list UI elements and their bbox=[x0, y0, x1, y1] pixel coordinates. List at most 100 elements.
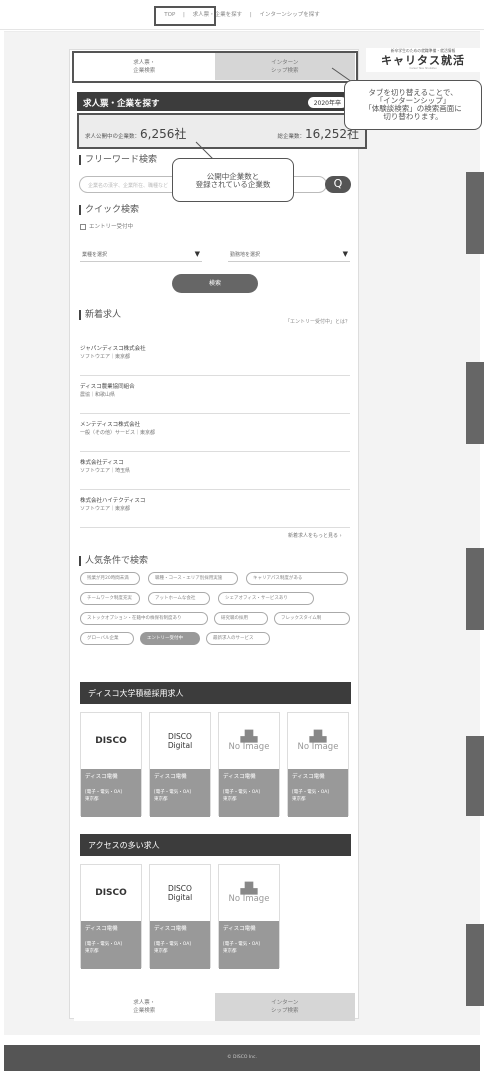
card-logo: ▟▙ No Image bbox=[219, 865, 279, 921]
job-company-name: ジャパンディスコ株式会社 bbox=[80, 346, 146, 352]
callout-tab-tooltip: タブを切り替えることで、 「インターンシップ」 「体験談検索」の検索画面に 切り… bbox=[344, 80, 482, 130]
entry-info-link[interactable]: 「エントリー受付中」とは？ bbox=[285, 318, 350, 325]
job-company-name: 株式会社ディスコ bbox=[80, 460, 124, 466]
card-footer: ディスコ電機 [電子・電気・OA] 東京都 bbox=[288, 769, 348, 817]
job-company-meta: ソフトウエア｜東京都 bbox=[80, 354, 131, 360]
page-title: 求人票・企業を探す bbox=[83, 99, 160, 109]
industry-select[interactable]: 業種を選択 ▼ bbox=[80, 247, 202, 262]
job-list-item[interactable]: ディスコ農業協同組合 農協｜和歌山県 bbox=[80, 383, 350, 414]
card-logo: DISCO bbox=[81, 713, 141, 769]
popular-tag[interactable]: シェアオフィス・サービスあり bbox=[218, 592, 314, 605]
popular-tag[interactable]: 職種・コース・エリア別採用実施 bbox=[148, 572, 238, 585]
bottom-tab-intern-line1: インターン bbox=[271, 1000, 299, 1006]
side-banner[interactable] bbox=[466, 172, 484, 254]
free-word-heading: フリーワード検索 bbox=[79, 155, 157, 165]
job-card[interactable]: DISCO ディスコ電機 [電子・電気・OA] 東京都 bbox=[80, 864, 142, 969]
building-icon: ▟▙ bbox=[240, 881, 258, 895]
callout-counts-line2: 登録されている企業数 bbox=[195, 180, 271, 189]
popular-tag[interactable]: アットホームな会社 bbox=[148, 592, 210, 605]
popular-tag[interactable]: キャリアパス制度がある bbox=[246, 572, 348, 585]
popular-tag[interactable]: チームワーク制度充実 bbox=[80, 592, 140, 605]
job-card[interactable]: ▟▙ No Image ディスコ電機 [電子・電気・OA] 東京都 bbox=[218, 712, 280, 817]
quick-search-heading: クイック検索 bbox=[79, 205, 139, 215]
card-tag: [電子・電気・OA] bbox=[154, 790, 192, 795]
job-list-item[interactable]: ジャパンディスコ株式会社 ソフトウエア｜東京都 bbox=[80, 345, 350, 376]
popular-tag[interactable]: 残業が月20時間未満 bbox=[80, 572, 140, 585]
side-banner[interactable] bbox=[466, 924, 484, 1006]
card-name: ディスコ電機 bbox=[154, 926, 187, 932]
location-select-label: 勤務地を選択 bbox=[230, 252, 261, 258]
card-logo-text: No Image bbox=[228, 741, 270, 752]
card-name: ディスコ電機 bbox=[292, 774, 325, 780]
popular-tag[interactable]: 研究職の採用 bbox=[214, 612, 268, 625]
card-footer: ディスコ電機 [電子・電気・OA] 東京都 bbox=[219, 921, 279, 969]
callout-tab-line4: 切り替わります。 bbox=[383, 112, 443, 121]
bottom-tab-jobs-line1: 求人票・ bbox=[133, 1000, 156, 1006]
location-select[interactable]: 勤務地を選択 ▼ bbox=[228, 247, 350, 262]
year-badge[interactable]: 2020年卒 bbox=[307, 97, 347, 108]
card-footer: ディスコ電機 [電子・電気・OA] 東京都 bbox=[81, 921, 141, 969]
job-card[interactable]: ▟▙ No Image ディスコ電機 [電子・電気・OA] 東京都 bbox=[287, 712, 349, 817]
page-title-bar: 求人票・企業を探す 2020年卒 bbox=[77, 92, 353, 111]
ad-logo: キャリタス就活 bbox=[381, 54, 465, 67]
card-logo-text: DISCO bbox=[95, 888, 127, 898]
side-banner[interactable] bbox=[466, 736, 484, 816]
nav-separator: | bbox=[249, 12, 252, 18]
job-card[interactable]: DISCO Digital ディスコ電機 [電子・電気・OA] 東京都 bbox=[149, 864, 211, 969]
ranking-heading: ディスコ大学積極採用求人 bbox=[80, 682, 351, 704]
entry-checkbox[interactable]: エントリー受付中 bbox=[80, 222, 133, 230]
building-icon: ▟▙ bbox=[309, 729, 327, 743]
bottom-search-tabs: 求人票・ 企業検索 インターンシップ検索 bbox=[74, 993, 355, 1021]
card-footer: ディスコ電機 [電子・電気・OA] 東京都 bbox=[219, 769, 279, 817]
total-count-label: 総企業数： bbox=[277, 134, 305, 140]
job-company-meta: 一般（その他）サービス｜東京都 bbox=[80, 430, 156, 436]
card-logo-text: DISCO Digital bbox=[167, 884, 193, 902]
industry-select-label: 業種を選択 bbox=[82, 252, 108, 258]
caritas-ad[interactable]: 新卒学生のための就職準備・就活情報 キャリタス就活 Career Tasu Sh… bbox=[366, 48, 480, 72]
card-tag: [電子・電気・OA] bbox=[292, 790, 330, 795]
bottom-tab-intern[interactable]: インターンシップ検索 bbox=[214, 993, 355, 1021]
card-name: ディスコ電機 bbox=[223, 926, 256, 932]
card-name: ディスコ電機 bbox=[154, 774, 187, 780]
building-icon: ▟▙ bbox=[240, 729, 258, 743]
card-logo-text: DISCO Digital bbox=[167, 732, 193, 750]
checkbox-icon bbox=[80, 223, 86, 230]
bottom-tab-intern-line2: シップ検索 bbox=[270, 1008, 299, 1014]
card-tag: [電子・電気・OA] bbox=[85, 790, 123, 795]
card-logo: DISCO Digital bbox=[150, 865, 210, 921]
search-icon[interactable]: Q bbox=[325, 176, 351, 193]
card-logo-text: No Image bbox=[297, 741, 339, 752]
ad-tagline: Career Tasu Shukatsu bbox=[409, 67, 437, 70]
card-logo: DISCO bbox=[81, 865, 141, 921]
popular-tag[interactable]: 最新求人のサービス bbox=[206, 632, 270, 645]
job-list-item[interactable]: 株式会社ディスコ ソフトウエア｜埼玉県 bbox=[80, 459, 350, 490]
entry-checkbox-label: エントリー受付中 bbox=[89, 224, 134, 230]
card-tag: [電子・電気・OA] bbox=[223, 790, 261, 795]
bottom-tab-jobs[interactable]: 求人票・ 企業検索 bbox=[74, 993, 215, 1021]
company-counts: 求人公開中の企業数：6,256社 総企業数：16,252社 bbox=[77, 113, 367, 149]
open-count-value: 6,256社 bbox=[140, 127, 187, 141]
job-card[interactable]: DISCO ディスコ電機 [電子・電気・OA] 東京都 bbox=[80, 712, 142, 817]
popular-tag[interactable]: ストックオプション・在籍中の株保有制度あり bbox=[80, 612, 208, 625]
popular-tag[interactable]: エントリー受付中 bbox=[140, 632, 200, 645]
popular-tag[interactable]: グローバル企業 bbox=[80, 632, 134, 645]
card-logo: DISCO Digital bbox=[150, 713, 210, 769]
quick-search-button[interactable]: 検索 bbox=[172, 274, 258, 293]
card-name: ディスコ電機 bbox=[85, 926, 118, 932]
popular-tag[interactable]: フレックスタイム制 bbox=[274, 612, 350, 625]
side-banner[interactable] bbox=[466, 548, 484, 630]
nav-search-intern-link[interactable]: インターンシップを探す bbox=[260, 12, 320, 18]
card-footer: ディスコ電機 [電子・電気・OA] 東京都 bbox=[81, 769, 141, 817]
card-logo-text: No Image bbox=[228, 893, 270, 904]
job-company-name: ディスコ農業協同組合 bbox=[80, 384, 135, 390]
job-company-meta: ソフトウエア｜東京都 bbox=[80, 506, 131, 512]
top-navigation: TOP | 求人票・企業を探す | インターンシップを探す bbox=[0, 0, 484, 30]
callout-counts-tooltip: 公開中企業数と 登録されている企業数 bbox=[172, 158, 294, 202]
job-list-item[interactable]: メンテディスコ株式会社 一般（その他）サービス｜東京都 bbox=[80, 421, 350, 452]
more-new-jobs-link[interactable]: 新着求人をもっと見る › bbox=[288, 532, 342, 539]
card-name: ディスコ電機 bbox=[223, 774, 256, 780]
job-list-item[interactable]: 株式会社ハイテクディスコ ソフトウエア｜東京都 bbox=[80, 497, 350, 528]
side-banner[interactable] bbox=[466, 362, 484, 444]
job-card[interactable]: DISCO Digital ディスコ電機 [電子・電気・OA] 東京都 bbox=[149, 712, 211, 817]
job-card[interactable]: ▟▙ No Image ディスコ電機 [電子・電気・OA] 東京都 bbox=[218, 864, 280, 969]
